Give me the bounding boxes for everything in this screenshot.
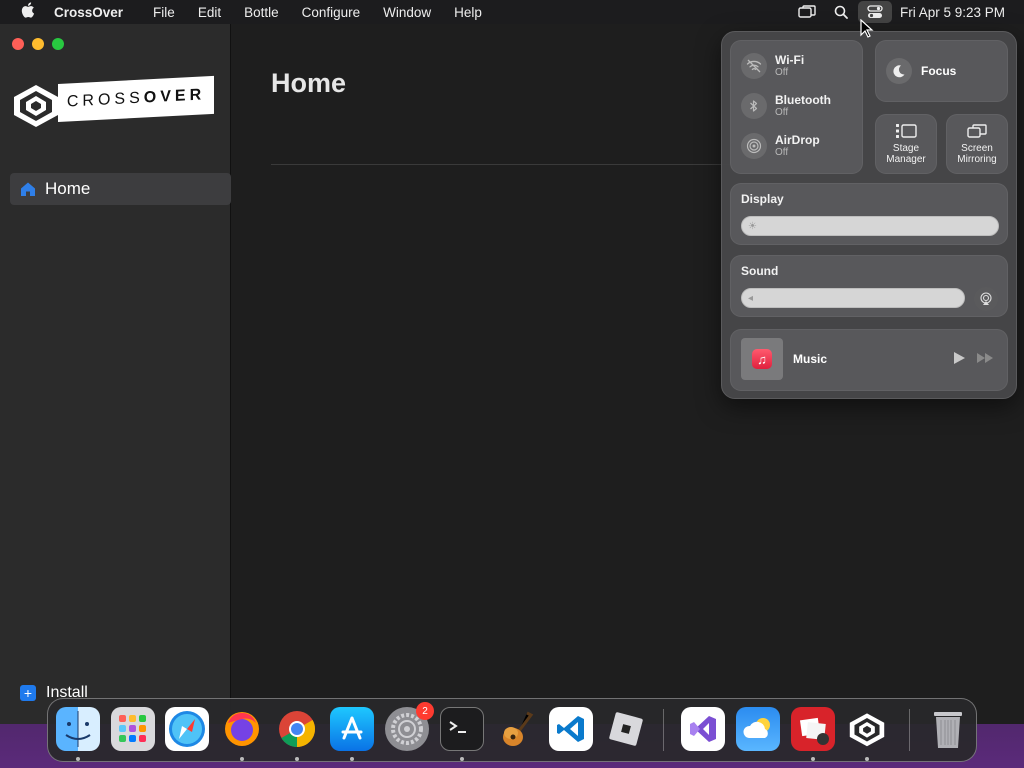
running-indicator — [811, 757, 815, 761]
spotlight-search-icon[interactable] — [824, 1, 858, 23]
wifi-label: Wi-Fi — [775, 53, 805, 67]
menu-app-crossover[interactable]: CrossOver — [54, 5, 123, 20]
crossover-icon[interactable] — [845, 707, 889, 751]
speaker-icon: ◂ — [748, 293, 754, 304]
wifi-off-icon — [741, 53, 767, 79]
display-module: Display ☀ — [730, 183, 1008, 245]
window-controls — [12, 38, 64, 50]
trash-icon[interactable] — [926, 707, 970, 751]
visual-studio-icon[interactable] — [681, 707, 725, 751]
chrome-icon[interactable] — [275, 707, 319, 751]
apple-menu-icon[interactable] — [18, 2, 38, 22]
bluetooth-label: Bluetooth — [775, 93, 831, 107]
sound-label: Sound — [741, 264, 779, 278]
menu-window[interactable]: Window — [383, 5, 431, 20]
airdrop-icon — [741, 133, 767, 159]
crossover-logo: CROSS OVER — [10, 75, 214, 128]
menubar-clock[interactable]: Fri Apr 5 9:23 PM — [900, 5, 1005, 20]
page-title: Home — [271, 68, 347, 98]
control-center-panel: Wi-Fi Off Bluetooth Off AirDrop Off Focu… — [721, 31, 1017, 399]
stage-manager-icon — [896, 124, 917, 138]
title-divider — [271, 164, 731, 165]
stage-manager-label: Stage Manager — [886, 143, 926, 165]
stage-manager-button[interactable]: Stage Manager — [875, 114, 937, 174]
vscode-icon[interactable] — [549, 707, 593, 751]
dock-separator — [909, 709, 910, 751]
finder-icon[interactable] — [56, 707, 100, 751]
crossover-logo-icon — [14, 85, 58, 127]
airdrop-toggle[interactable]: AirDrop Off — [741, 133, 820, 159]
sidebar: CROSS OVER Home + Install — [0, 24, 231, 724]
menu-help[interactable]: Help — [454, 5, 482, 20]
fast-forward-icon[interactable] — [975, 350, 995, 366]
focus-button[interactable]: Focus — [875, 40, 1008, 102]
firefox-icon[interactable] — [220, 707, 264, 751]
weather-icon[interactable] — [736, 707, 780, 751]
close-window-button[interactable] — [12, 38, 24, 50]
running-indicator — [460, 757, 464, 761]
running-indicator — [350, 757, 354, 761]
airplay-icon — [980, 292, 992, 305]
running-indicator — [865, 757, 869, 761]
zoom-window-button[interactable] — [52, 38, 64, 50]
running-indicator — [76, 757, 80, 761]
launchpad-icon[interactable] — [111, 707, 155, 751]
bluetooth-toggle[interactable]: Bluetooth Off — [741, 93, 831, 119]
logo-text-bold: OVER — [143, 86, 206, 107]
terminal-icon[interactable] — [440, 707, 484, 751]
running-indicator — [295, 757, 299, 761]
app-store-icon[interactable] — [330, 707, 374, 751]
photo-booth-icon[interactable] — [791, 707, 835, 751]
mouse-cursor-icon — [860, 19, 874, 38]
airdrop-state: Off — [775, 147, 789, 158]
bluetooth-state: Off — [775, 107, 789, 118]
sun-icon: ☀ — [748, 221, 757, 232]
display-label: Display — [741, 192, 784, 206]
screen-mirroring-menubar-icon[interactable] — [790, 1, 824, 23]
now-playing-title: Music — [793, 352, 828, 366]
screen-mirroring-label: Screen Mirroring — [957, 143, 997, 165]
airdrop-label: AirDrop — [775, 133, 820, 147]
album-art: ♫ — [741, 338, 783, 380]
wifi-toggle[interactable]: Wi-Fi Off — [741, 53, 804, 79]
dock-separator — [663, 709, 664, 751]
safari-icon[interactable] — [165, 707, 209, 751]
screen-mirroring-button[interactable]: Screen Mirroring — [946, 114, 1008, 174]
airplay-audio-button[interactable] — [974, 287, 998, 311]
garageband-icon[interactable] — [495, 707, 539, 751]
volume-slider[interactable]: ◂ — [741, 288, 965, 308]
music-app-icon: ♫ — [752, 349, 772, 369]
notification-badge: 2 — [416, 702, 434, 720]
running-indicator — [240, 757, 244, 761]
now-playing-module[interactable]: ♫ Music — [730, 329, 1008, 391]
logo-text-light: CROSS — [66, 89, 144, 111]
bluetooth-icon — [741, 93, 767, 119]
home-icon — [21, 182, 35, 196]
brightness-slider[interactable]: ☀ — [741, 216, 999, 236]
minimize-window-button[interactable] — [32, 38, 44, 50]
menu-edit[interactable]: Edit — [198, 5, 221, 20]
menu-bottle[interactable]: Bottle — [244, 5, 279, 20]
wifi-state: Off — [775, 67, 789, 78]
sidebar-item-home[interactable]: Home — [10, 173, 231, 205]
play-icon[interactable] — [951, 350, 967, 366]
logo-wordmark: CROSS OVER — [58, 75, 214, 122]
focus-label: Focus — [921, 64, 957, 78]
roblox-icon[interactable] — [604, 707, 648, 751]
menu-file[interactable]: File — [153, 5, 175, 20]
moon-icon — [886, 58, 912, 84]
plus-icon: + — [20, 685, 36, 701]
dock: 2 — [47, 698, 977, 762]
sound-module: Sound ◂ — [730, 255, 1008, 317]
screen-mirroring-icon — [967, 124, 987, 138]
connectivity-module: Wi-Fi Off Bluetooth Off AirDrop Off — [730, 40, 863, 174]
menu-configure[interactable]: Configure — [302, 5, 361, 20]
sidebar-item-label: Home — [45, 179, 91, 198]
